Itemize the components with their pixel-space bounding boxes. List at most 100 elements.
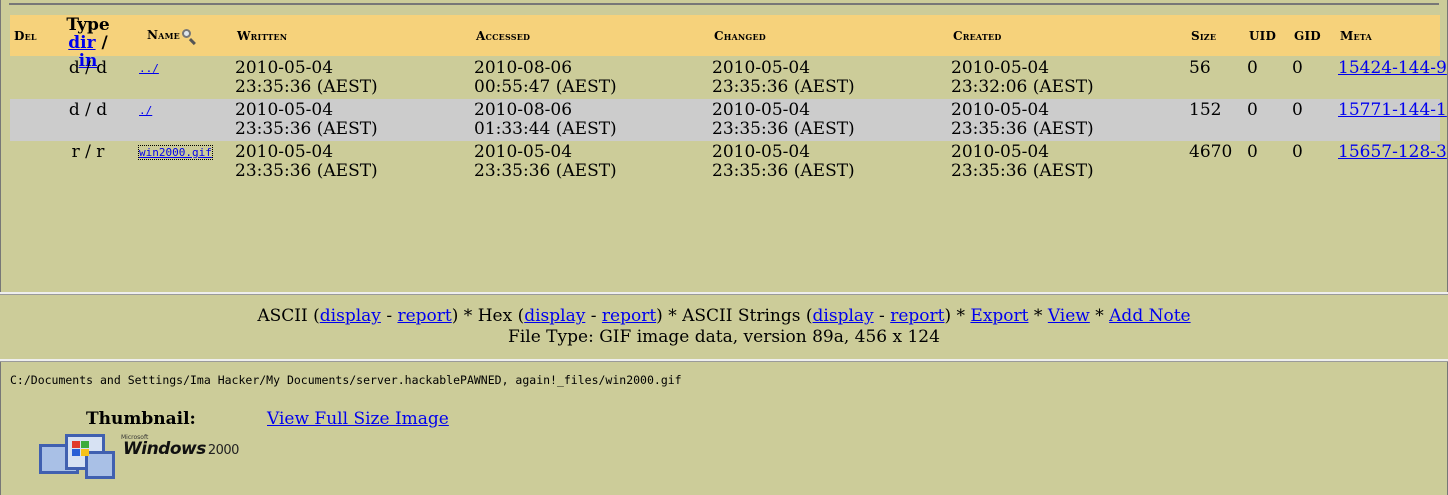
row-uid: 0	[1247, 58, 1258, 78]
separator-star: *	[668, 306, 677, 326]
logo-windows-text: Windows 2000	[123, 439, 239, 459]
export-link[interactable]: Export	[970, 306, 1028, 326]
written-date: 2010-05-04	[235, 142, 334, 162]
add-note-link[interactable]: Add Note	[1109, 306, 1190, 326]
header-type-label: Type	[66, 15, 110, 35]
file-type-text: File Type: GIF image data, version 89a, …	[508, 327, 940, 347]
type-dir-link[interactable]: dir	[68, 33, 95, 53]
logo-word: Windows	[123, 439, 206, 459]
row-name: ../	[139, 59, 159, 78]
paren: )	[451, 306, 459, 326]
dash: -	[879, 306, 885, 326]
row-uid: 0	[1247, 142, 1258, 162]
changed-date: 2010-05-04	[712, 142, 811, 162]
ascii-report-link[interactable]: report	[397, 306, 451, 326]
header-uid: UID	[1249, 29, 1277, 43]
row-accessed: 2010-05-04 23:35:36 (AEST)	[474, 143, 617, 181]
created-date: 2010-05-04	[951, 100, 1050, 120]
ascii-display-link[interactable]: display	[320, 306, 381, 326]
row-name: win2000.gif	[138, 143, 213, 162]
strings-report-link[interactable]: report	[890, 306, 944, 326]
header-del: Del	[14, 29, 37, 43]
header-name-label: Name	[147, 28, 180, 42]
row-accessed: 2010-08-06 01:33:44 (AEST)	[474, 101, 617, 139]
accessed-date: 2010-05-04	[474, 142, 573, 162]
row-size: 4670	[1189, 142, 1233, 162]
dash: -	[386, 306, 393, 326]
written-time: 23:35:36 (AEST)	[235, 77, 378, 97]
view-full-size-link[interactable]: View Full Size Image	[267, 409, 449, 429]
hex-label: Hex	[477, 306, 513, 326]
row-created: 2010-05-04 23:35:36 (AEST)	[951, 101, 1094, 139]
paren: (	[805, 306, 813, 326]
row-meta: 15424-144-9	[1338, 59, 1447, 78]
row-name: ./	[139, 101, 152, 120]
row-size: 152	[1189, 100, 1222, 120]
strings-display-link[interactable]: display	[813, 306, 874, 326]
separator-star: *	[956, 306, 966, 326]
written-time: 23:35:36 (AEST)	[235, 161, 378, 181]
changed-date: 2010-05-04	[712, 58, 811, 78]
meta-link[interactable]: 15771-144-1	[1338, 100, 1447, 120]
row-gid: 0	[1292, 100, 1303, 120]
row-gid: 0	[1292, 58, 1303, 78]
row-type: d / d	[68, 58, 108, 78]
table-row: r / r win2000.gif 2010-05-04 23:35:36 (AE…	[10, 141, 1447, 183]
dash: -	[590, 306, 597, 326]
row-type: r / r	[71, 142, 105, 162]
header-size: Size	[1191, 29, 1217, 43]
changed-time: 23:35:36 (AEST)	[712, 161, 855, 181]
written-date: 2010-05-04	[235, 100, 334, 120]
header-accessed: Accessed	[476, 29, 531, 43]
header-name: Name	[147, 28, 196, 45]
created-time: 23:32:06 (AEST)	[951, 77, 1094, 97]
table-row: d / d ./ 2010-05-04 23:35:36 (AEST) 2010-…	[10, 99, 1447, 141]
meta-link[interactable]: 15424-144-9	[1338, 58, 1447, 78]
header-changed: Changed	[714, 29, 766, 43]
magnifier-icon[interactable]	[181, 28, 196, 45]
header-gid: GID	[1294, 29, 1321, 43]
row-meta: 15657-128-3	[1338, 143, 1447, 162]
type-separator: /	[101, 33, 108, 53]
file-name-link[interactable]: ./	[139, 104, 152, 117]
row-gid: 0	[1292, 142, 1303, 162]
row-uid: 0	[1247, 100, 1258, 120]
separator-star: *	[1095, 306, 1104, 326]
row-created: 2010-05-04 23:32:06 (AEST)	[951, 59, 1094, 97]
row-written: 2010-05-04 23:35:36 (AEST)	[235, 143, 378, 181]
separator-star: *	[1033, 306, 1043, 326]
accessed-date: 2010-08-06	[474, 100, 573, 120]
thumbnail-image[interactable]: Microsoft Windows 2000	[39, 434, 239, 480]
hex-report-link[interactable]: report	[602, 306, 656, 326]
file-path: C:/Documents and Settings/Ima Hacker/My …	[10, 373, 682, 387]
top-divider	[9, 3, 1439, 5]
header-meta: Meta	[1340, 29, 1372, 43]
separator-star: *	[463, 306, 473, 326]
row-created: 2010-05-04 23:35:36 (AEST)	[951, 143, 1094, 181]
created-date: 2010-05-04	[951, 142, 1050, 162]
row-changed: 2010-05-04 23:35:36 (AEST)	[712, 143, 855, 181]
file-list-header: Del Type dir / in Name Written Accessed …	[10, 15, 1440, 70]
logo-year: 2000	[207, 443, 240, 458]
hex-display-link[interactable]: display	[524, 306, 585, 326]
created-time: 23:35:36 (AEST)	[951, 161, 1094, 181]
row-size: 56	[1189, 58, 1211, 78]
row-changed: 2010-05-04 23:35:36 (AEST)	[712, 101, 855, 139]
header-written: Written	[237, 29, 288, 43]
ascii-strings-label: ASCII Strings	[682, 306, 801, 326]
file-menu-frame: ASCII (display - report) * Hex (display …	[0, 292, 1448, 362]
paren: )	[944, 306, 952, 326]
thumbnail-label: Thumbnail:	[86, 409, 196, 429]
view-options-bar: ASCII (display - report) * Hex (display …	[0, 306, 1448, 326]
windows-flag-icon	[72, 441, 89, 456]
meta-link[interactable]: 15657-128-3	[1338, 142, 1447, 162]
changed-time: 23:35:36 (AEST)	[712, 77, 855, 97]
written-date: 2010-05-04	[235, 58, 334, 78]
accessed-time: 01:33:44 (AEST)	[474, 119, 617, 139]
file-list-frame: Del Type dir / in Name Written Accessed …	[0, 0, 1448, 292]
row-meta: 15771-144-1	[1338, 101, 1447, 120]
paren: )	[656, 306, 663, 326]
file-name-link[interactable]: ../	[139, 62, 159, 75]
view-link[interactable]: View	[1048, 306, 1090, 326]
file-name-link[interactable]: win2000.gif	[138, 145, 213, 160]
